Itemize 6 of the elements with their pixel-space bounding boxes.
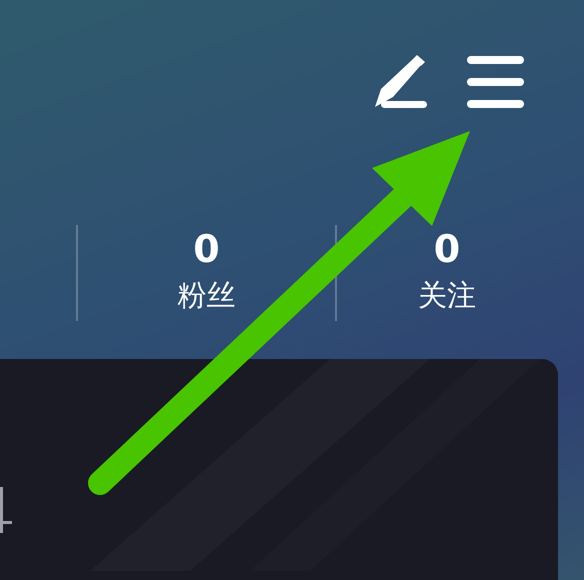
menu-icon[interactable] — [467, 56, 524, 108]
stat-value: 0 — [193, 229, 220, 269]
stat-label[interactable]: 关注 — [418, 277, 476, 313]
pencil-icon[interactable] — [373, 55, 429, 109]
stat-value: 0 — [434, 229, 460, 269]
stat-label[interactable]: 粉丝 — [178, 277, 236, 313]
